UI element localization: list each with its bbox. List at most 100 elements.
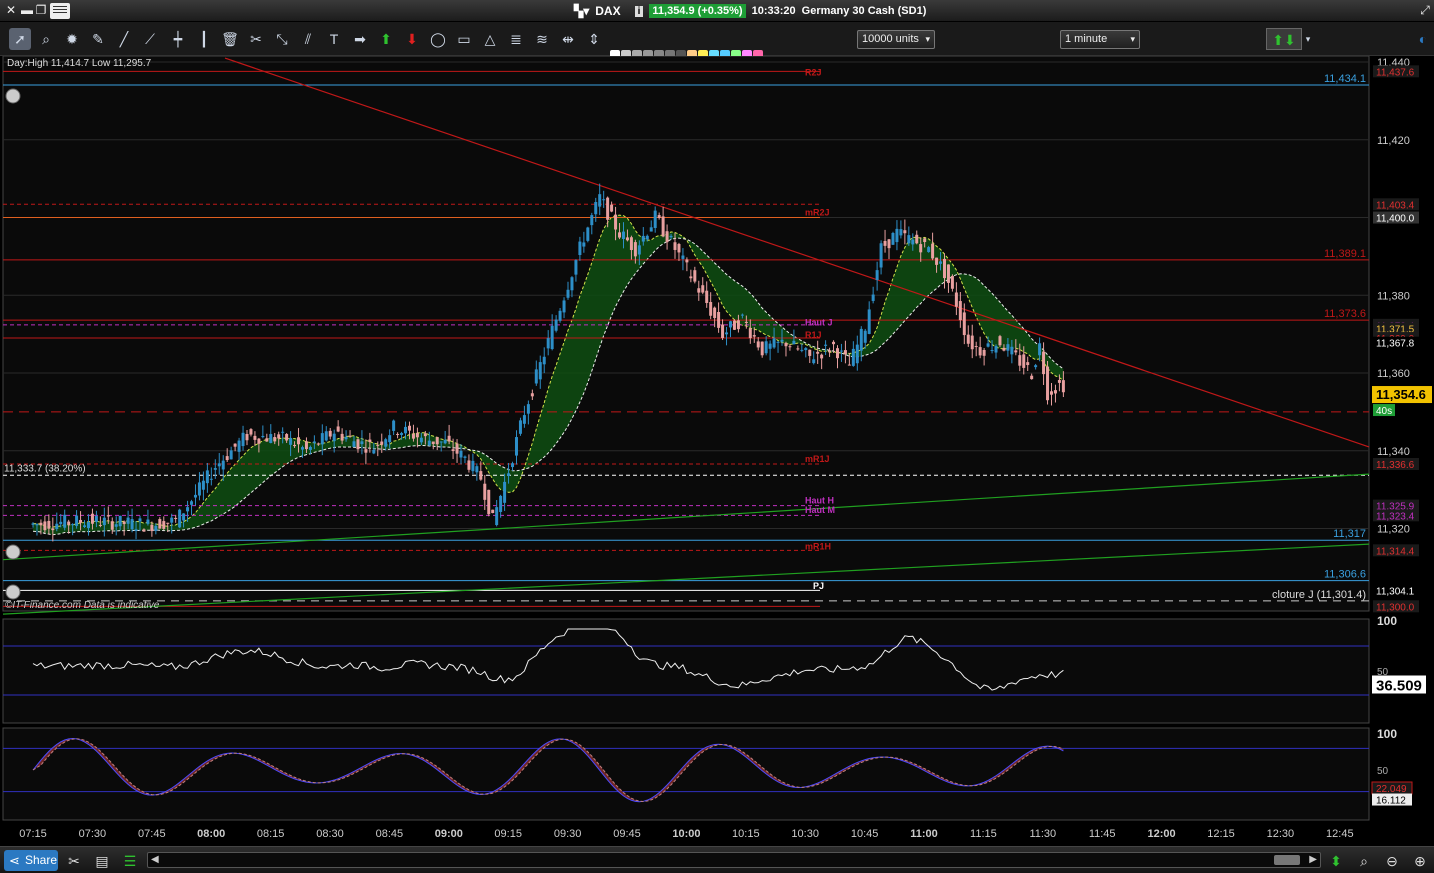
candle-body (130, 519, 134, 530)
symbol-label[interactable]: DAX (595, 4, 620, 18)
minimize-icon[interactable]: ▬ (20, 3, 34, 18)
chart-area[interactable]: 11,44011,42011,38011,36011,34011,32007:1… (0, 56, 1434, 846)
candle-body (1018, 355, 1022, 366)
info-icon[interactable]: i (634, 5, 644, 17)
candle-body (193, 494, 197, 498)
candle-body (71, 524, 75, 526)
candle-body (693, 270, 697, 282)
auto-scale-icon[interactable]: ⬍ (1326, 851, 1346, 871)
drawing-handle-icon (5, 584, 21, 600)
panel-toggle-icon[interactable]: ◐ (1412, 28, 1434, 50)
candle-body (35, 524, 39, 526)
candle-body (610, 204, 614, 212)
zoom-out-icon[interactable]: ⊖ (1382, 851, 1402, 871)
candle-body (423, 433, 427, 437)
alert-icon[interactable]: ✹ (61, 28, 83, 50)
vertical-line-icon[interactable]: ┃ (193, 28, 215, 50)
layout-icon[interactable]: ▤ (92, 851, 112, 871)
x-tick-label: 12:45 (1326, 828, 1354, 840)
fib-fan-icon[interactable]: ≋ (531, 28, 553, 50)
scroll-right-icon[interactable]: ▶ (1309, 853, 1317, 867)
time-scrollbar[interactable]: ◀ ▶ (147, 852, 1321, 868)
candle-body (832, 341, 836, 345)
parallel-icon[interactable]: ⫽ (297, 28, 319, 50)
candle-body (740, 314, 744, 316)
candle-body (122, 521, 126, 525)
ruler-icon[interactable]: ✎ (87, 28, 109, 50)
time-range-icon[interactable]: ⇕ (583, 28, 605, 50)
trendline-icon[interactable]: ╱ (113, 28, 135, 50)
keyboard-menu-icon[interactable] (50, 3, 70, 19)
x-tick-label: 11:45 (1089, 828, 1116, 840)
candle-body (689, 276, 693, 279)
sell-arrow-icon[interactable]: ⬇ (401, 28, 423, 50)
candle-body (594, 202, 598, 215)
symbol-selector[interactable]: ▚▾ DAX i 11,354.9 (+0.35%) 10:33:20 Germ… (574, 3, 926, 19)
candle-body (186, 507, 190, 512)
candle-body (808, 349, 812, 356)
horizontal-line-icon[interactable]: ┿ (167, 28, 189, 50)
candle-body (562, 300, 566, 313)
chevron-down-icon[interactable]: ▾ (1302, 28, 1314, 50)
candle-body (213, 468, 217, 470)
candle-body (265, 438, 269, 442)
candle-body (828, 350, 832, 352)
candle-body (63, 514, 67, 528)
candle-body (1034, 365, 1038, 368)
candle-body (190, 501, 194, 505)
candle-body (661, 216, 665, 237)
candle-body (835, 348, 839, 359)
candle-body (110, 521, 114, 530)
fibonacci-icon[interactable]: ≣ (505, 28, 527, 50)
tools-icon[interactable]: ✂ (245, 28, 267, 50)
text-tool-icon[interactable]: T (323, 28, 345, 50)
triangle-icon[interactable]: △ (479, 28, 501, 50)
indicators-icon[interactable]: ⬆⬇ (1266, 28, 1302, 50)
share-button[interactable]: ⋖ Share (4, 850, 58, 871)
zoom-in-icon[interactable]: ⊕ (1410, 851, 1430, 871)
zoom-fit-icon[interactable]: ⌕ (1354, 851, 1374, 871)
candle-body (336, 426, 340, 432)
pointer-icon[interactable]: ➚ (9, 28, 31, 50)
scissors-icon[interactable]: ✂ (64, 851, 84, 871)
arrow-right-icon[interactable]: ➡ (349, 28, 371, 50)
scroll-thumb[interactable] (1274, 855, 1300, 865)
zoom-icon[interactable]: ⌕ (35, 28, 57, 50)
axis-badge-b11304: 11,304.1 (1376, 586, 1415, 597)
candle-body (1022, 354, 1026, 368)
candle-body (471, 460, 475, 472)
candle-body (804, 348, 808, 351)
candle-body (558, 310, 562, 321)
candle-body (673, 242, 677, 250)
candle-body (1046, 366, 1050, 401)
candle-body (1042, 351, 1046, 375)
list-icon[interactable]: ☰ (120, 851, 140, 871)
x-tick-label: 09:45 (613, 828, 641, 840)
ellipse-icon[interactable]: ◯ (427, 28, 449, 50)
rectangle-icon[interactable]: ▭ (453, 28, 475, 50)
candle-body (300, 447, 304, 450)
buy-arrow-icon[interactable]: ⬆ (375, 28, 397, 50)
fullscreen-icon[interactable]: ⤢ (1418, 3, 1432, 18)
ray-icon[interactable]: ⟋ (139, 28, 161, 50)
measure-icon[interactable]: ⇹ (557, 28, 579, 50)
candle-body (736, 320, 740, 330)
candle-body (534, 369, 538, 384)
candle-body (404, 426, 408, 434)
channel-icon[interactable]: ⤡ (271, 28, 293, 50)
chart-type-icon[interactable]: ▚▾ (574, 4, 589, 18)
scroll-left-icon[interactable]: ◀ (151, 853, 159, 867)
candle-body (1002, 347, 1006, 351)
candle-body (887, 239, 891, 249)
trash-icon[interactable]: 🗑 (219, 28, 241, 50)
candle-body (166, 522, 170, 524)
close-icon[interactable]: ✕ (4, 3, 18, 18)
candle-body (768, 343, 772, 349)
x-tick-label: 11:15 (970, 828, 997, 840)
candle-body (201, 480, 205, 490)
candle-body (911, 239, 915, 245)
interval-select[interactable]: 1 minute ▾ (1060, 30, 1140, 49)
restore-icon[interactable]: ❐ (34, 3, 48, 18)
units-select[interactable]: 10000 units ▾ (857, 30, 935, 49)
candle-body (479, 471, 483, 480)
